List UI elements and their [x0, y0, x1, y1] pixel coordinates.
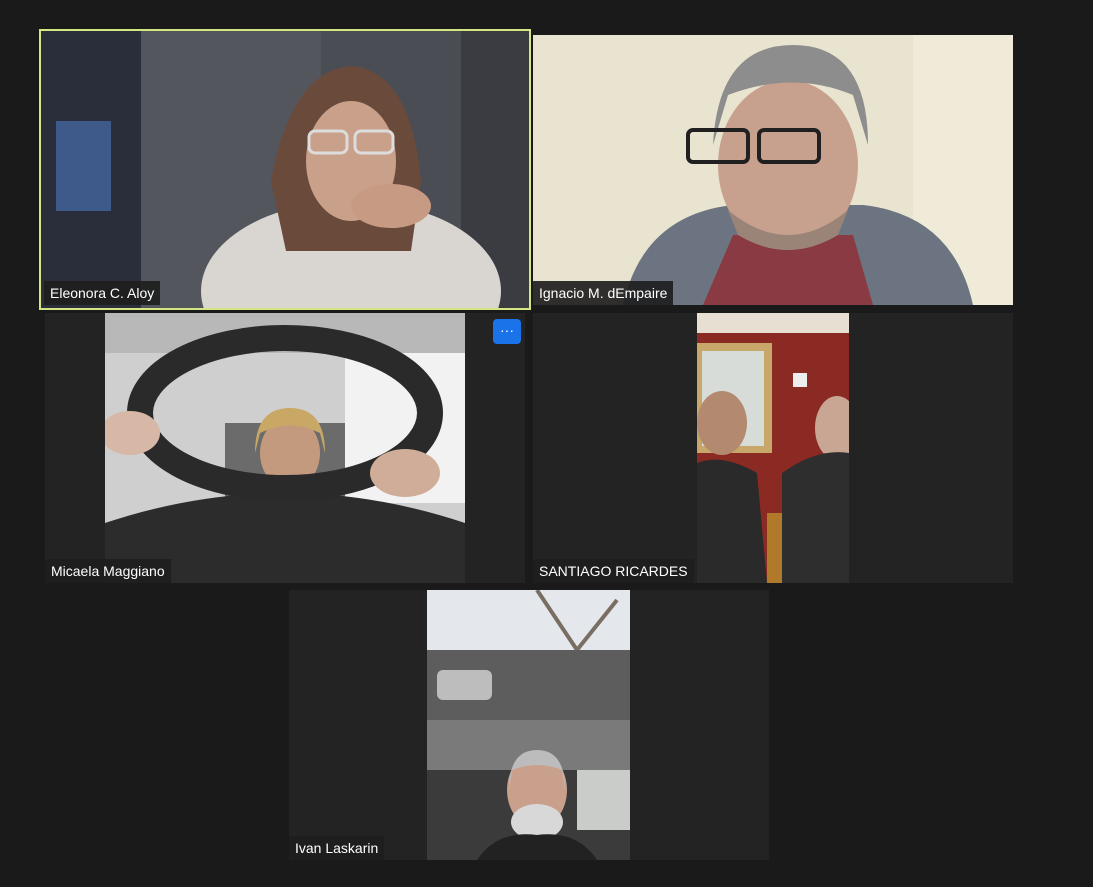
more-options-icon[interactable]: ··· — [493, 319, 521, 344]
participant-name: SANTIAGO RICARDES — [533, 559, 694, 583]
video-feed — [41, 31, 529, 308]
participant-name: Micaela Maggiano — [45, 559, 171, 583]
video-tile-ignacio[interactable]: Ignacio M. dEmpaire — [533, 35, 1013, 305]
video-tile-eleonora[interactable]: Eleonora C. Aloy — [39, 29, 531, 310]
participant-name: Ignacio M. dEmpaire — [533, 281, 674, 305]
video-feed — [105, 313, 465, 583]
video-feed — [533, 35, 1013, 305]
video-tile-ivan[interactable]: Ivan Laskarin — [289, 590, 769, 860]
participant-name: Eleonora C. Aloy — [44, 281, 161, 305]
video-feed — [427, 590, 630, 860]
video-feed — [697, 313, 849, 583]
meeting-gallery-view: Eleonora C. Aloy Ignacio M. dEmpaire Mic… — [0, 0, 1093, 887]
video-tile-santiago[interactable]: SANTIAGO RICARDES — [533, 313, 1013, 583]
video-tile-micaela[interactable]: Micaela Maggiano ··· — [45, 313, 525, 583]
participant-name: Ivan Laskarin — [289, 836, 385, 860]
